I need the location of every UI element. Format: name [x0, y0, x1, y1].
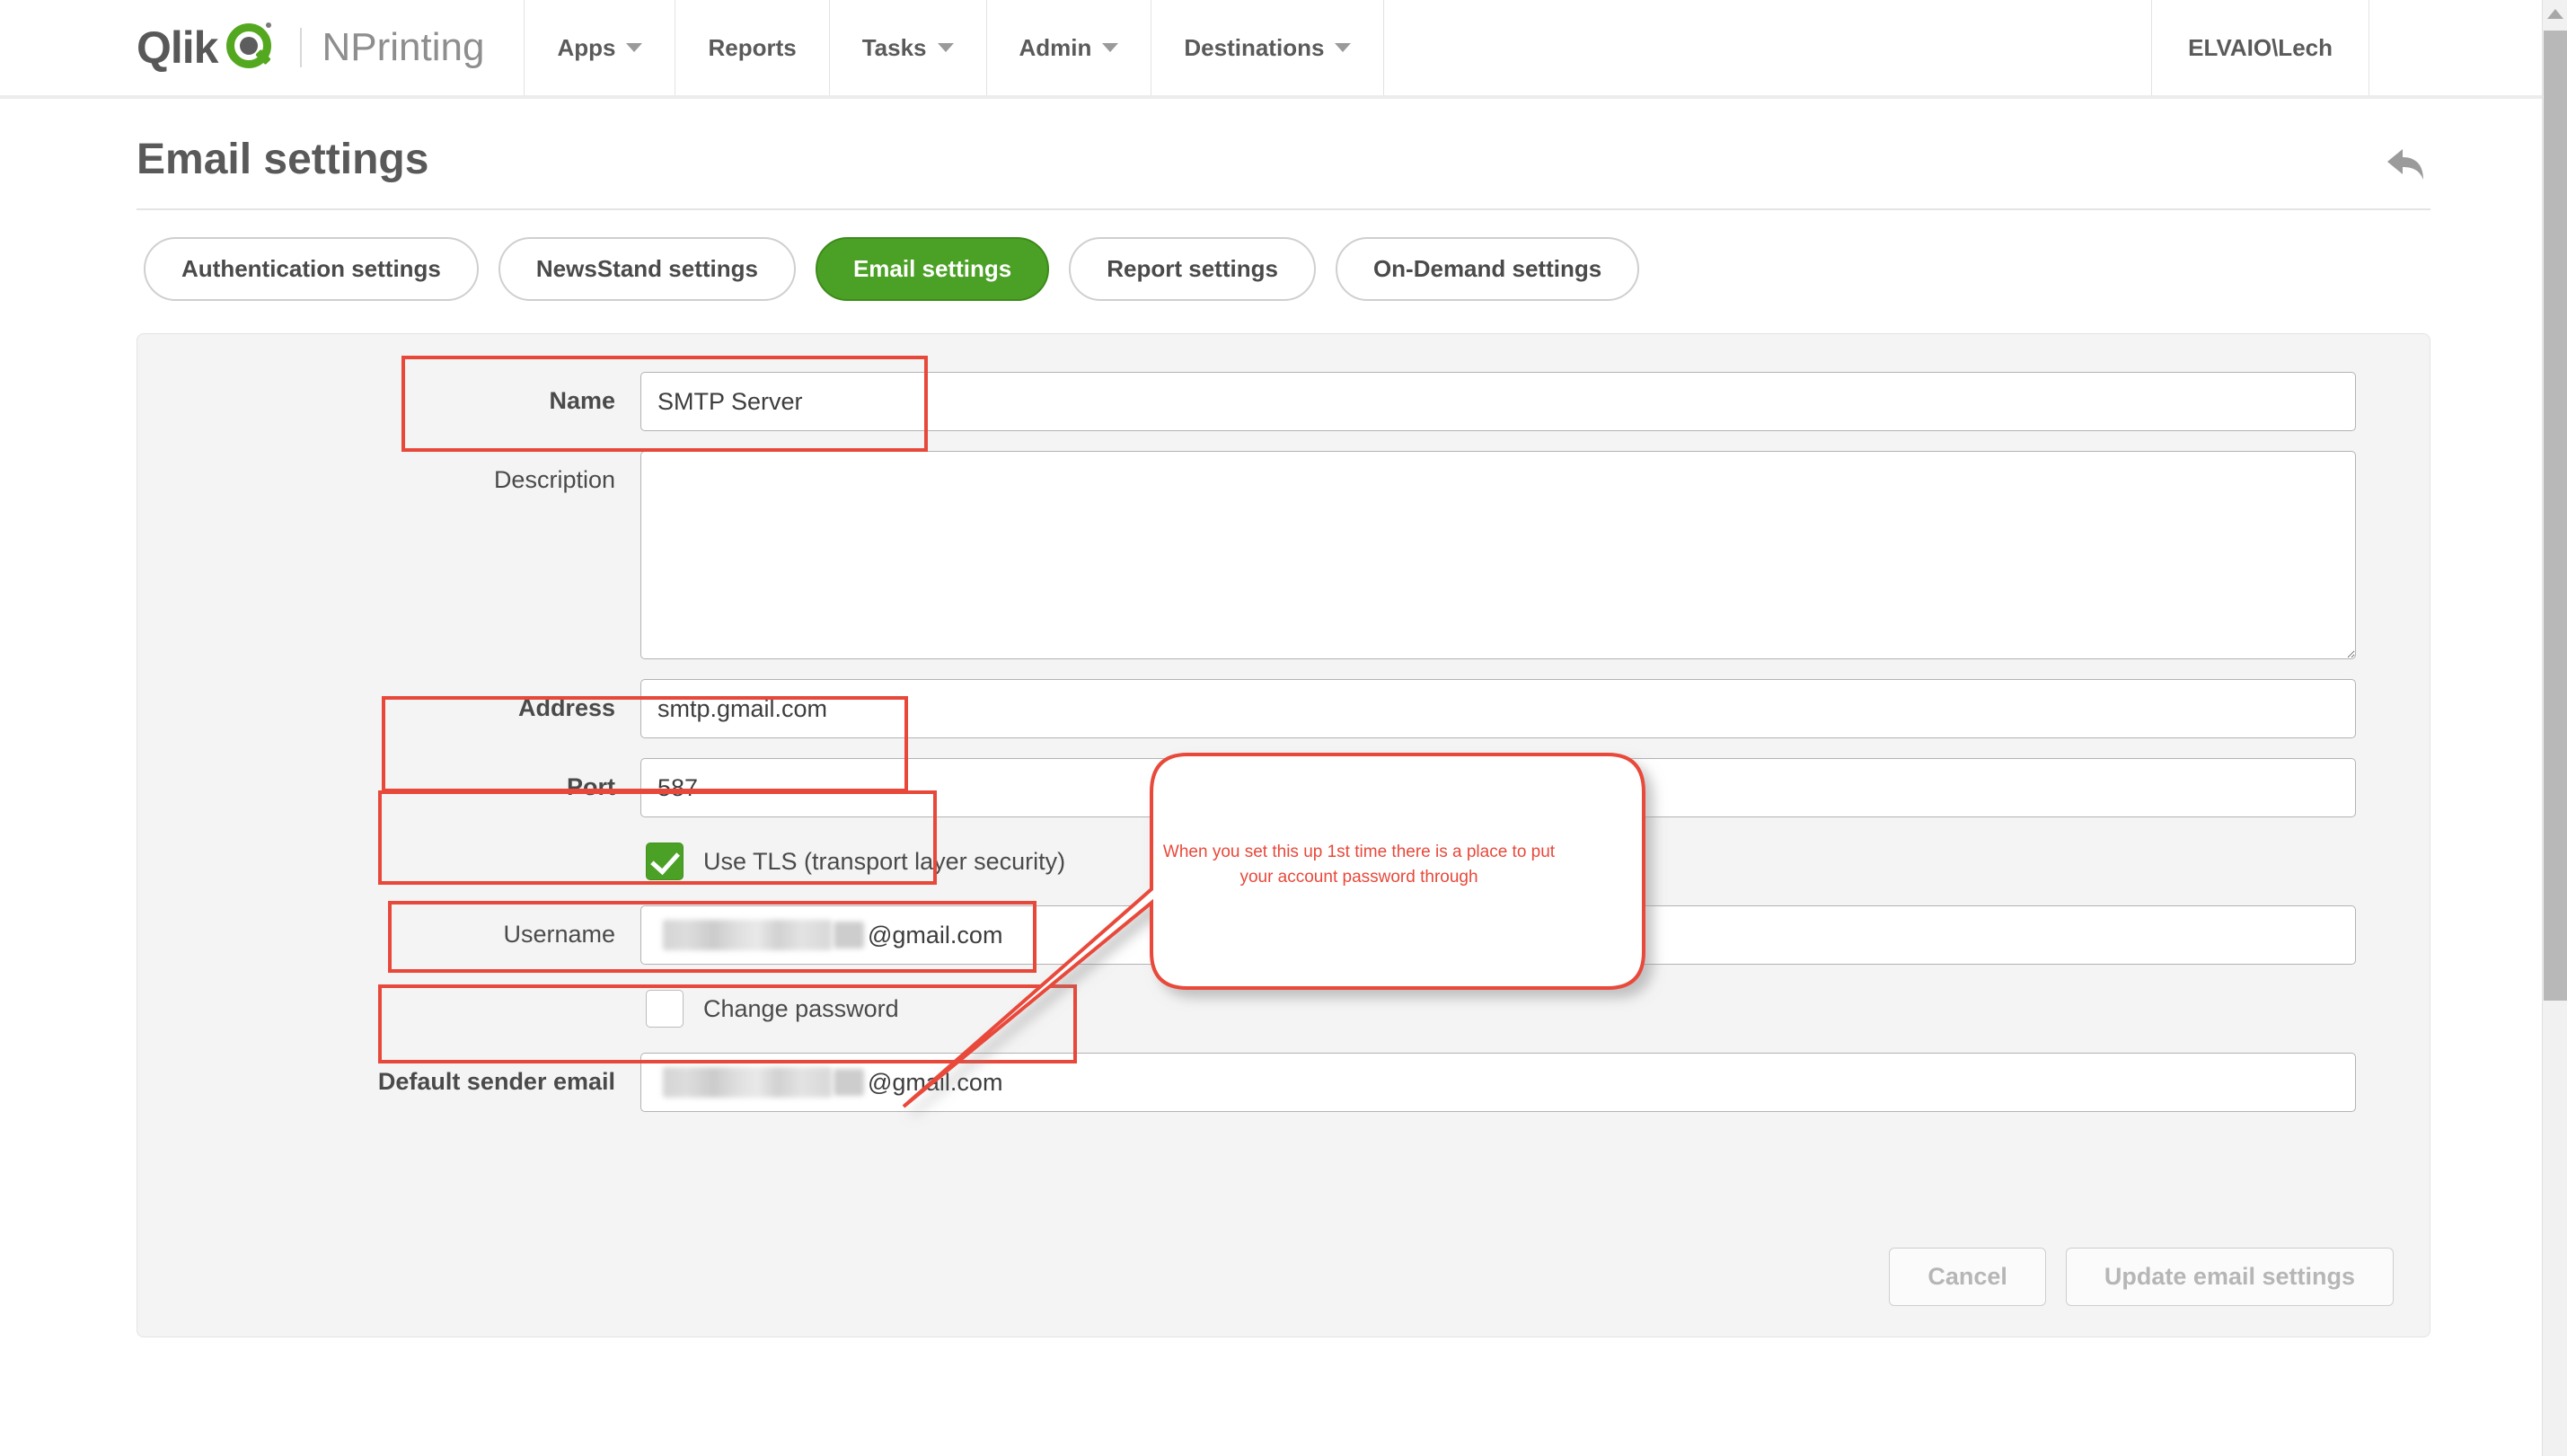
chevron-down-icon — [937, 43, 954, 52]
change-password-label: Change password — [703, 994, 899, 1022]
nav-item-tasks[interactable]: Tasks — [830, 0, 987, 95]
update-email-settings-button[interactable]: Update email settings — [2065, 1248, 2394, 1306]
form-row-username: Username @gmail.com — [173, 905, 2394, 965]
default-sender-email-input[interactable]: @gmail.com — [640, 1053, 2356, 1112]
navbar-spacer — [1384, 0, 2153, 95]
change-password-spacer — [173, 984, 640, 1001]
email-settings-form-panel: Name Description Address Port — [137, 333, 2430, 1337]
username-redacted-block — [663, 920, 832, 950]
default-sender-domain-text: @gmail.com — [868, 1069, 1003, 1096]
form-row-change-password: Change password — [173, 984, 2394, 1033]
logo-product-text: NPrinting — [322, 25, 485, 69]
username-domain-text: @gmail.com — [868, 922, 1003, 949]
vertical-scrollbar[interactable] — [2542, 0, 2567, 1456]
scrollbar-thumb[interactable] — [2544, 31, 2567, 1001]
tab-email-settings[interactable]: Email settings — [815, 237, 1050, 301]
qlik-q-mark-icon — [226, 22, 275, 72]
use-tls-checkbox-row[interactable]: Use TLS (transport layer security) — [640, 837, 2356, 886]
name-label: Name — [549, 387, 615, 414]
settings-tabs: Authentication settings NewsStand settin… — [137, 210, 2430, 301]
nav-item-apps-label: Apps — [557, 33, 616, 61]
scroll-up-arrow-icon[interactable] — [2547, 9, 2563, 19]
tab-authentication-settings[interactable]: Authentication settings — [144, 237, 479, 301]
form-row-use-tls: Use TLS (transport layer security) — [173, 837, 2394, 886]
name-input[interactable] — [640, 372, 2356, 431]
username-label: Username — [503, 921, 615, 948]
description-label: Description — [493, 466, 615, 493]
form-row-port: Port — [173, 758, 2394, 817]
tab-report-settings[interactable]: Report settings — [1069, 237, 1316, 301]
form-row-description: Description — [173, 451, 2394, 659]
username-input[interactable]: @gmail.com — [640, 905, 2356, 965]
address-input[interactable] — [640, 679, 2356, 738]
nav-item-destinations-label: Destinations — [1184, 33, 1325, 61]
qlik-nprinting-logo[interactable]: Qlik NPrinting — [0, 0, 525, 95]
nav-item-destinations[interactable]: Destinations — [1151, 0, 1385, 95]
user-menu[interactable]: ELVAIO\Lech — [2152, 0, 2369, 95]
tab-newsstand-settings[interactable]: NewsStand settings — [498, 237, 796, 301]
use-tls-checkbox[interactable] — [646, 843, 684, 880]
default-sender-email-label: Default sender email — [377, 1068, 615, 1095]
nav-item-reports-label: Reports — [708, 33, 797, 61]
page-title: Email settings — [137, 136, 429, 183]
user-menu-label: ELVAIO\Lech — [2188, 33, 2333, 61]
form-actions: Cancel Update email settings — [1889, 1248, 2394, 1306]
port-label: Port — [567, 773, 615, 800]
nav-item-apps[interactable]: Apps — [525, 0, 676, 95]
description-textarea[interactable] — [640, 451, 2356, 659]
back-arrow-icon[interactable] — [2384, 144, 2430, 185]
default-sender-redacted-block-2 — [834, 1069, 864, 1096]
page-header: Email settings — [137, 99, 2430, 210]
form-row-address: Address — [173, 679, 2394, 738]
form-row-name: Name — [173, 372, 2394, 431]
use-tls-spacer — [173, 837, 640, 853]
top-navbar: Qlik NPrinting Apps Reports Tasks Admin … — [0, 0, 2567, 99]
nav-item-reports[interactable]: Reports — [675, 0, 830, 95]
logo-divider — [300, 28, 303, 67]
address-label: Address — [517, 694, 615, 721]
nav-item-admin-label: Admin — [1019, 33, 1092, 61]
cancel-button[interactable]: Cancel — [1889, 1248, 2046, 1306]
form-row-default-sender-email: Default sender email @gmail.com — [173, 1053, 2394, 1112]
port-input[interactable] — [640, 758, 2356, 817]
default-sender-redacted-block — [663, 1067, 832, 1098]
chevron-down-icon — [1102, 43, 1119, 52]
change-password-checkbox[interactable] — [646, 990, 684, 1028]
username-redacted-block-2 — [834, 922, 864, 949]
tab-on-demand-settings[interactable]: On-Demand settings — [1335, 237, 1640, 301]
page-container: Email settings Authentication settings N… — [0, 99, 2567, 1337]
logo-brand-text: Qlik — [137, 22, 218, 73]
nav-item-admin[interactable]: Admin — [987, 0, 1152, 95]
use-tls-label: Use TLS (transport layer security) — [703, 847, 1066, 875]
chevron-down-icon — [626, 43, 643, 52]
nav-item-tasks-label: Tasks — [861, 33, 927, 61]
navbar-tail — [2369, 0, 2567, 95]
chevron-down-icon — [1335, 43, 1352, 52]
change-password-checkbox-row[interactable]: Change password — [640, 984, 2356, 1033]
